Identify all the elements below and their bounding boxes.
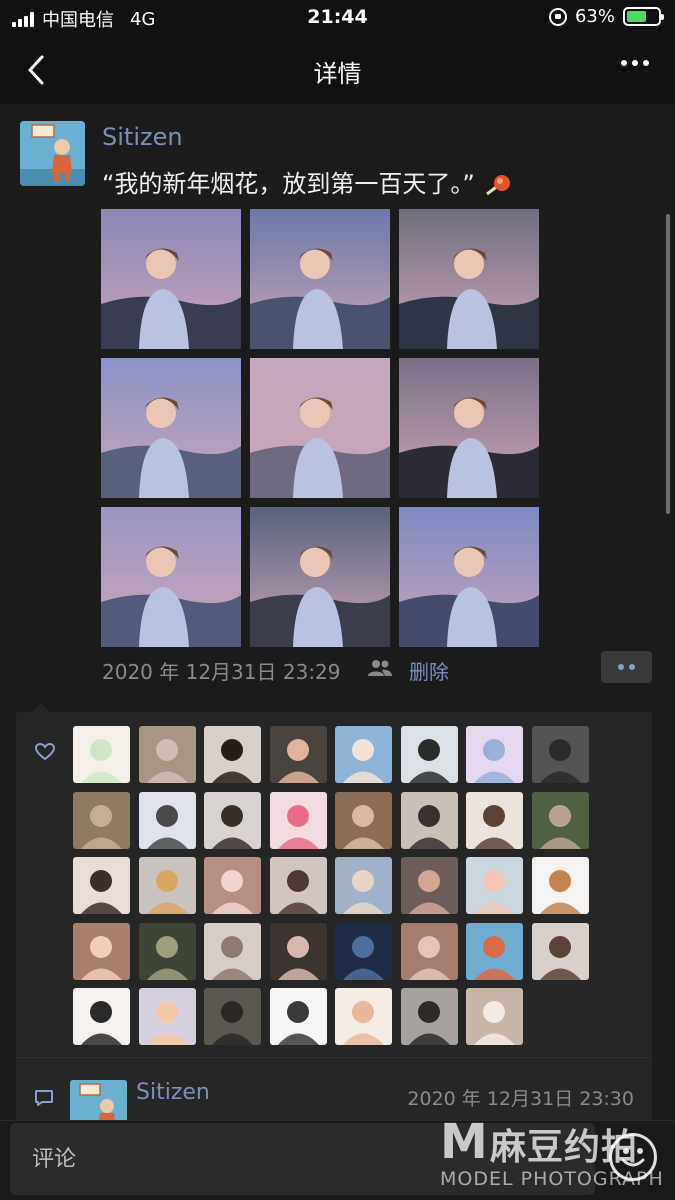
- liker-avatar[interactable]: [466, 988, 523, 1045]
- liker-avatar[interactable]: [531, 791, 589, 849]
- liker-avatar[interactable]: [138, 857, 196, 914]
- comment-icon: [35, 1090, 53, 1106]
- liker-avatar[interactable]: [531, 857, 589, 914]
- liker-avatar[interactable]: [335, 857, 392, 914]
- post-photo[interactable]: [250, 209, 390, 349]
- smiley-icon[interactable]: [609, 1133, 657, 1181]
- avatar[interactable]: [20, 121, 85, 186]
- liker-avatar[interactable]: [466, 726, 523, 783]
- post-photo[interactable]: [399, 358, 539, 498]
- post-timestamp: 2020 年 12月31日 23:29: [102, 660, 341, 684]
- liker-avatar[interactable]: [138, 791, 196, 849]
- liker-avatar[interactable]: [531, 922, 589, 980]
- liker-avatar[interactable]: [204, 857, 261, 914]
- liker-avatar[interactable]: [73, 922, 130, 980]
- liker-avatar[interactable]: [138, 922, 196, 980]
- ellipsis-icon[interactable]: [621, 60, 649, 66]
- battery-percent: 63%: [574, 6, 615, 27]
- post-photo[interactable]: [399, 507, 539, 647]
- liker-avatar[interactable]: [204, 726, 261, 783]
- liker-avatar[interactable]: [138, 726, 196, 783]
- status-right: 63%: [548, 6, 664, 27]
- battery-icon: [623, 7, 664, 26]
- liker-avatar[interactable]: [531, 726, 589, 783]
- post-photo[interactable]: [101, 358, 241, 498]
- post-photo[interactable]: [101, 507, 241, 647]
- status-bar: 中国电信 4G 21:44 63%: [0, 0, 675, 36]
- scrollbar[interactable]: [666, 214, 670, 514]
- post-text: “我的新年烟花，放到第一百天了。”: [102, 164, 513, 199]
- comment-input[interactable]: [10, 1123, 595, 1195]
- delete-button[interactable]: 删除: [409, 656, 449, 685]
- comments-panel: Sitizen 2020 年 12月31日 23:30: [16, 1058, 652, 1120]
- photo-grid: [101, 209, 539, 647]
- liker-avatar[interactable]: [269, 988, 327, 1045]
- post-actions-button[interactable]: [601, 651, 652, 683]
- post-meta: 2020 年 12月31日 23:29 删除: [102, 651, 652, 686]
- liker-avatar[interactable]: [335, 791, 392, 849]
- liker-avatar[interactable]: [466, 922, 523, 980]
- liker-avatar[interactable]: [335, 726, 392, 783]
- liker-avatar[interactable]: [466, 791, 523, 849]
- liker-avatar[interactable]: [269, 857, 327, 914]
- post-detail[interactable]: Sitizen “我的新年烟花，放到第一百天了。” 2020 年 12月31日 …: [0, 104, 675, 1120]
- rotation-lock-icon: [548, 7, 567, 26]
- post-author[interactable]: Sitizen: [102, 123, 183, 151]
- liker-avatar[interactable]: [204, 791, 261, 849]
- liker-avatar[interactable]: [400, 988, 458, 1045]
- comment-time: 2020 年 12月31日 23:30: [407, 1088, 634, 1110]
- firework-emoji-icon: [485, 175, 510, 196]
- liker-avatar[interactable]: [73, 726, 130, 783]
- liker-avatar[interactable]: [73, 791, 130, 849]
- friends-visibility-icon: [368, 660, 392, 676]
- liker-avatar[interactable]: [204, 922, 261, 980]
- liker-avatar[interactable]: [335, 922, 392, 980]
- liker-avatar[interactable]: [269, 922, 327, 980]
- liker-avatar[interactable]: [204, 988, 261, 1045]
- liker-avatar[interactable]: [138, 988, 196, 1045]
- post-photo[interactable]: [101, 209, 241, 349]
- post-text-content: “我的新年烟花，放到第一百天了。”: [102, 170, 475, 198]
- nav-bar: 详情: [0, 36, 675, 104]
- liker-avatar[interactable]: [400, 857, 458, 914]
- liker-avatar[interactable]: [73, 988, 130, 1045]
- post-photo[interactable]: [250, 358, 390, 498]
- post-photo[interactable]: [250, 507, 390, 647]
- likes-panel: [16, 703, 652, 1057]
- post-photo[interactable]: [399, 209, 539, 349]
- liker-avatar[interactable]: [73, 857, 130, 914]
- liker-avatar[interactable]: [335, 988, 392, 1045]
- liker-avatar[interactable]: [400, 791, 458, 849]
- heart-icon: [35, 743, 55, 761]
- comment-author[interactable]: Sitizen: [136, 1080, 210, 1105]
- liker-avatar[interactable]: [466, 857, 523, 914]
- liker-avatar[interactable]: [400, 922, 458, 980]
- liker-avatar[interactable]: [400, 726, 458, 783]
- page-title: 详情: [313, 60, 362, 88]
- liker-avatar[interactable]: [269, 726, 327, 783]
- liker-avatar[interactable]: [269, 791, 327, 849]
- comment-avatar[interactable]: [70, 1080, 127, 1120]
- comment-bar: [0, 1120, 675, 1200]
